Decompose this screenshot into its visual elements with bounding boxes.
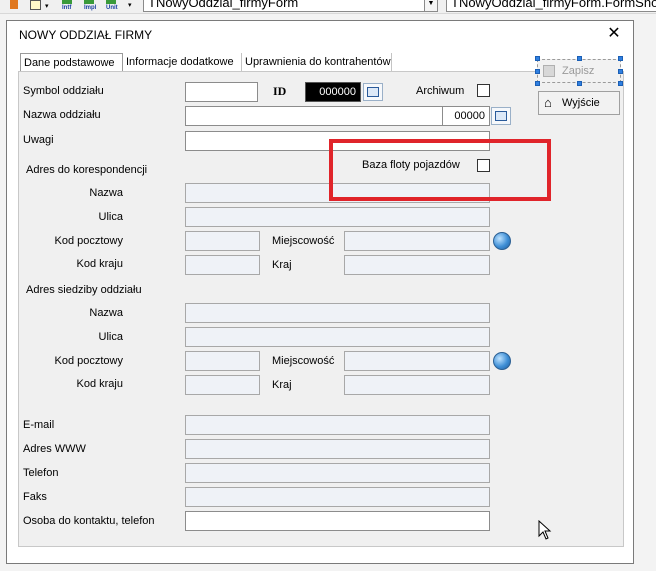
save-button[interactable]: Zapisz [537, 59, 621, 83]
id-label: ID [273, 84, 287, 98]
branch-name-label: Nazwa oddziału [23, 109, 101, 121]
email-label: E-mail [23, 419, 55, 431]
hq-postal-label: Kod pocztowy [54, 355, 123, 367]
corr-country-code-label: Kod kraju [76, 258, 123, 270]
id-field[interactable]: 000000 [305, 82, 361, 102]
hq-city-label: Miejscowość [272, 355, 335, 367]
tab-contractor-permissions[interactable]: Uprawnienia do kontrahentów [242, 53, 392, 71]
dropdown-arrow-icon[interactable]: ▾ [128, 1, 132, 13]
tab-additional-info[interactable]: Informacje dodatkowe [123, 53, 242, 71]
corr-country-label: Kraj [272, 259, 292, 271]
selection-handle [535, 81, 540, 86]
highlight-box [329, 139, 551, 201]
symbol-field[interactable] [185, 82, 258, 102]
corr-postal-field[interactable] [185, 231, 260, 251]
globe-icon[interactable] [493, 352, 511, 370]
corr-city-label: Miejscowość [272, 235, 335, 247]
new-file-icon[interactable] [30, 0, 41, 10]
selection-handle [618, 56, 623, 61]
selection-handle [535, 56, 540, 61]
hq-country-code-field[interactable] [185, 375, 260, 395]
fax-field[interactable] [185, 487, 490, 507]
archive-checkbox[interactable] [477, 84, 490, 97]
corr-street-field[interactable] [185, 207, 490, 227]
hq-name-field[interactable] [185, 303, 490, 323]
selection-handle [577, 81, 582, 86]
contact-person-label: Osoba do kontaktu, telefon [23, 515, 155, 527]
correspondence-section-label: Adres do korespondencji [26, 164, 148, 176]
hq-country-label: Kraj [272, 379, 292, 391]
hq-section-label: Adres siedziby oddziału [26, 284, 142, 296]
corr-postal-label: Kod pocztowy [54, 235, 123, 247]
selection-handle [618, 69, 623, 74]
corr-city-field[interactable] [344, 231, 490, 251]
method-selector[interactable]: TNowyOddzial_firmyForm.FormShow [446, 0, 656, 12]
archive-label: Archiwum [416, 85, 465, 97]
hq-city-field[interactable] [344, 351, 490, 371]
corr-name-label: Nazwa [89, 187, 123, 199]
book-lookup-icon[interactable] [363, 83, 383, 101]
impl-label: Impl [84, 5, 97, 11]
new-branch-dialog: NOWY ODDZIAŁ FIRMY ✕ Dane podstawowe Inf… [6, 20, 634, 564]
tab-basic-data[interactable]: Dane podstawowe [20, 53, 123, 72]
notes-label: Uwagi [23, 134, 54, 146]
save-label: Zapisz [562, 65, 595, 77]
home-icon: ⌂ [544, 95, 552, 110]
hq-country-field[interactable] [344, 375, 490, 395]
form-selector[interactable]: TNowyOddzial_firmyForm [143, 0, 425, 12]
dropdown-arrow-icon[interactable]: ▾ [45, 2, 49, 13]
component-icon[interactable] [10, 0, 18, 9]
mouse-cursor-icon [538, 520, 552, 540]
hq-street-label: Ulica [98, 331, 123, 343]
exit-button[interactable]: ⌂ Wyjście [538, 91, 620, 115]
symbol-label: Symbol oddziału [23, 85, 104, 97]
fax-label: Faks [23, 491, 47, 503]
email-field[interactable] [185, 415, 490, 435]
selection-handle [577, 56, 582, 61]
ide-toolbar: ▾ Intf Impl Unit ▾ TNowyOddzial_firmyFor… [0, 0, 656, 14]
close-icon[interactable]: ✕ [605, 23, 623, 43]
selection-handle [618, 81, 623, 86]
contact-person-field[interactable] [185, 511, 490, 531]
save-icon [543, 65, 555, 77]
form-selector-dropdown[interactable]: ▼ [424, 0, 438, 12]
www-label: Adres WWW [23, 443, 86, 455]
dialog-title: NOWY ODDZIAŁ FIRMY [19, 28, 153, 42]
corr-country-field[interactable] [344, 255, 490, 275]
hq-name-label: Nazwa [89, 307, 123, 319]
branch-name-field[interactable] [185, 106, 443, 126]
hq-postal-field[interactable] [185, 351, 260, 371]
intf-label: Intf [62, 5, 72, 11]
corr-street-label: Ulica [98, 211, 123, 223]
www-field[interactable] [185, 439, 490, 459]
selection-handle [535, 69, 540, 74]
exit-label: Wyjście [562, 97, 600, 109]
hq-country-code-label: Kod kraju [76, 378, 123, 390]
phone-field[interactable] [185, 463, 490, 483]
hq-street-field[interactable] [185, 327, 490, 347]
unit-label: Unit [106, 5, 118, 11]
book-lookup-icon[interactable] [491, 107, 511, 125]
globe-icon[interactable] [493, 232, 511, 250]
branch-name-code-field[interactable]: 00000 [442, 106, 490, 126]
phone-label: Telefon [23, 467, 59, 479]
corr-country-code-field[interactable] [185, 255, 260, 275]
